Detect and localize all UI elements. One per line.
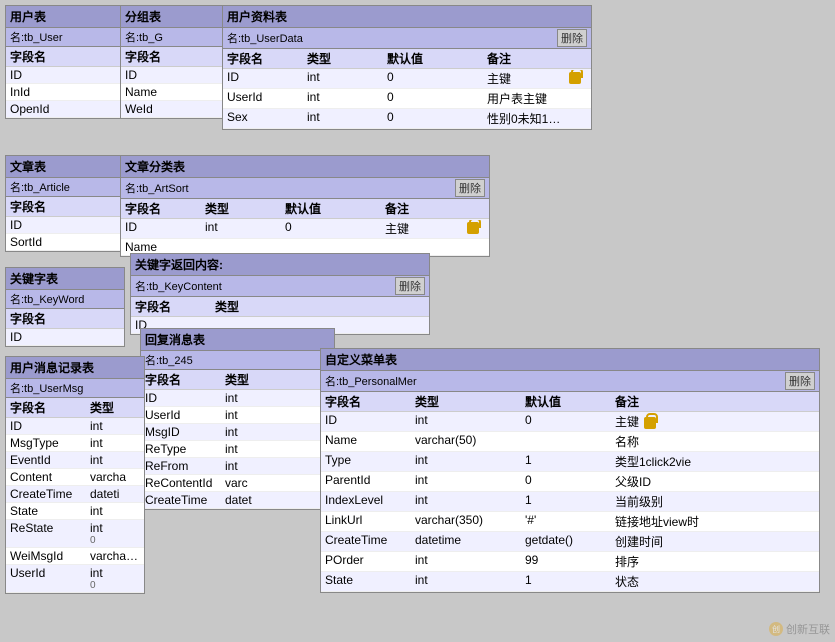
usermsg-name: 名:tb_UserMsg: [6, 379, 144, 398]
keyword-col-header: 字段名: [6, 309, 124, 329]
table-row: UserIdint: [141, 407, 334, 424]
table-row: CreateTimedatet: [141, 492, 334, 509]
watermark-icon: 创: [768, 621, 784, 637]
table-personalmenu: 自定义菜单表 名:tb_PersonalMer 删除 字段名 类型 默认值 备注…: [320, 348, 820, 593]
table-row: SortId: [6, 234, 124, 251]
table-userdata: 用户资料表 名:tb_UserData 删除 字段名 类型 默认值 备注 ID …: [222, 5, 592, 130]
table-article: 文章表 名:tb_Article 字段名 ID SortId: [5, 155, 125, 252]
table-row: Type int 1 类型1click2vie: [321, 452, 819, 472]
personalmenu-col-header: 字段名 类型 默认值 备注: [321, 392, 819, 412]
table-row: MsgIDint: [141, 424, 334, 441]
keycontent-delete-button[interactable]: 删除: [395, 277, 425, 295]
userdata-delete-button[interactable]: 删除: [557, 29, 587, 47]
table-row: Contentvarcha: [6, 469, 144, 486]
userdata-name: 名:tb_UserData 删除: [223, 28, 591, 49]
user-title: 用户表: [6, 6, 124, 28]
table-row: ID: [6, 329, 124, 346]
table-row: CreateTimedateti: [6, 486, 144, 503]
table-row: ID int 0 主键: [321, 412, 819, 432]
table-row: InId: [6, 84, 124, 101]
table-row: CreateTime datetime getdate() 创建时间: [321, 532, 819, 552]
keycontent-name: 名:tb_KeyContent 删除: [131, 276, 429, 297]
userdata-col-header: 字段名 类型 默认值 备注: [223, 49, 591, 69]
table-usermsg: 用户消息记录表 名:tb_UserMsg 字段名 类型 IDint MsgTyp…: [5, 356, 145, 594]
table-row: UserIdint0: [6, 565, 144, 593]
personalmenu-delete-button[interactable]: 删除: [785, 372, 815, 390]
table-keycontent: 关键字返回内容: 名:tb_KeyContent 删除 字段名 类型 ID: [130, 253, 430, 335]
table-row: POrder int 99 排序: [321, 552, 819, 572]
table-row: IDint: [141, 390, 334, 407]
lock-icon: [644, 417, 656, 429]
table-row: ReContentIdvarc: [141, 475, 334, 492]
userdata-title: 用户资料表: [223, 6, 591, 28]
table-row: ReStateint0: [6, 520, 144, 548]
table-row: Sex int 0 性别0未知1男2: [223, 109, 591, 129]
keycontent-title: 关键字返回内容:: [131, 254, 429, 276]
reply-name: 名:tb_245: [141, 351, 334, 370]
article-title: 文章表: [6, 156, 124, 178]
table-row: ParentId int 0 父级ID: [321, 472, 819, 492]
db-canvas: 用户表 名:tb_User 字段名 ID InId OpenId 分组表 名:t…: [0, 0, 835, 642]
table-reply: 回复消息表 名:tb_245 字段名 类型 IDint UserIdint Ms…: [140, 328, 335, 510]
table-row: LinkUrl varchar(350) '#' 链接地址view时: [321, 512, 819, 532]
table-row: IDint: [6, 418, 144, 435]
table-row: ReTypeint: [141, 441, 334, 458]
svg-text:创: 创: [772, 624, 780, 634]
artsort-title: 文章分类表: [121, 156, 489, 178]
table-row: MsgTypeint: [6, 435, 144, 452]
user-name: 名:tb_User: [6, 28, 124, 47]
lock-icon: [467, 222, 479, 234]
personalmenu-name: 名:tb_PersonalMer 删除: [321, 371, 819, 392]
usermsg-title: 用户消息记录表: [6, 357, 144, 379]
keycontent-col-header: 字段名 类型: [131, 297, 429, 317]
reply-col-header: 字段名 类型: [141, 370, 334, 390]
keyword-name: 名:tb_KeyWord: [6, 290, 124, 309]
article-name: 名:tb_Article: [6, 178, 124, 197]
keyword-title: 关键字表: [6, 268, 124, 290]
user-col-header: 字段名: [6, 47, 124, 67]
table-row: UserId int 0 用户表主键: [223, 89, 591, 109]
table-row: EventIdint: [6, 452, 144, 469]
table-row: Name varchar(50) 名称: [321, 432, 819, 452]
personalmenu-title: 自定义菜单表: [321, 349, 819, 371]
artsort-delete-button[interactable]: 删除: [455, 179, 485, 197]
reply-title: 回复消息表: [141, 329, 334, 351]
usermsg-col-header: 字段名 类型: [6, 398, 144, 418]
table-row: State int 1 状态: [321, 572, 819, 592]
table-row: ID int 0 主键: [121, 219, 489, 239]
article-col-header: 字段名: [6, 197, 124, 217]
table-row: ReFromint: [141, 458, 334, 475]
watermark: 创 创新互联: [768, 621, 830, 637]
lock-icon: [569, 72, 581, 84]
table-row: Stateint: [6, 503, 144, 520]
artsort-name: 名:tb_ArtSort 删除: [121, 178, 489, 199]
table-row: ID: [6, 67, 124, 84]
watermark-text: 创新互联: [786, 621, 830, 637]
artsort-col-header: 字段名 类型 默认值 备注: [121, 199, 489, 219]
table-keyword: 关键字表 名:tb_KeyWord 字段名 ID: [5, 267, 125, 347]
table-row: ID int 0 主键: [223, 69, 591, 89]
table-row: ID: [6, 217, 124, 234]
table-user: 用户表 名:tb_User 字段名 ID InId OpenId: [5, 5, 125, 119]
table-artsort: 文章分类表 名:tb_ArtSort 删除 字段名 类型 默认值 备注 ID i…: [120, 155, 490, 257]
table-row: OpenId: [6, 101, 124, 118]
table-row: WeiMsgIdvarchar(50): [6, 548, 144, 565]
table-row: IndexLevel int 1 当前级别: [321, 492, 819, 512]
